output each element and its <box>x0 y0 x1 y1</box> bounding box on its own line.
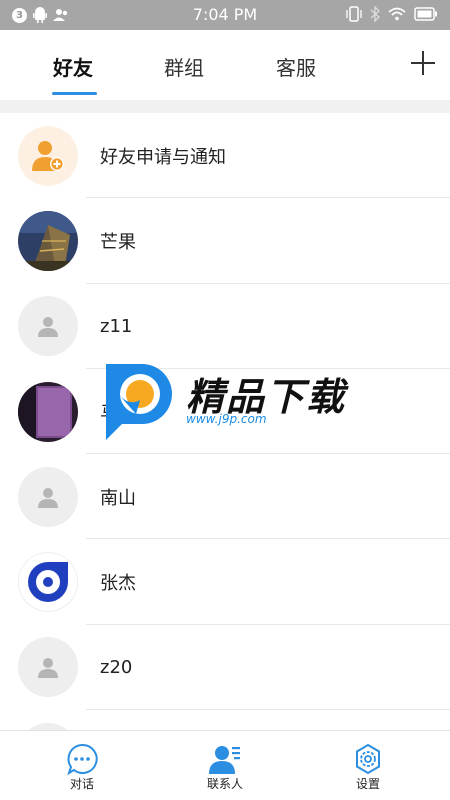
settings-icon <box>356 743 380 775</box>
bottom-nav: 对话 联系人 设置 <box>0 730 450 800</box>
nav-item-settings[interactable]: 设置 <box>293 731 443 800</box>
list-item-contact[interactable]: 张杰 <box>0 539 450 625</box>
watermark-logo <box>106 364 172 440</box>
default-user-icon <box>18 466 78 527</box>
list-item-contact[interactable]: 南山 <box>0 454 450 540</box>
watermark: 精品下载 www.j9p.com <box>98 356 358 446</box>
status-bar: 3 7:04 PM <box>0 0 450 30</box>
contact-name: 好友申请与通知 <box>100 146 226 168</box>
default-user-icon <box>18 296 78 357</box>
tab-customer-service[interactable]: 客服 <box>276 52 316 81</box>
nav-item-contacts[interactable]: 联系人 <box>150 731 300 800</box>
battery-icon <box>414 7 437 21</box>
contacts-icon <box>209 746 240 774</box>
avatar-photo <box>18 381 78 442</box>
contact-name: z20 <box>100 656 133 678</box>
nav-item-chat[interactable]: 对话 <box>7 731 157 800</box>
vibrate-icon <box>346 6 362 22</box>
list-item-friend-requests[interactable]: 好友申请与通知 <box>0 113 450 199</box>
nav-label: 联系人 <box>206 777 243 791</box>
avatar-photo <box>18 210 78 271</box>
tab-groups[interactable]: 群组 <box>164 52 204 81</box>
top-tab-bar: 好友 群组 客服 <box>0 30 450 100</box>
watermark-url: www.j9p.com <box>186 412 267 426</box>
chat-bubble-icon <box>67 743 98 775</box>
nav-label: 对话 <box>69 777 94 791</box>
tab-friends[interactable]: 好友 <box>53 52 93 81</box>
list-item-contact[interactable]: 芒果 <box>0 198 450 284</box>
nav-label: 设置 <box>355 777 380 791</box>
bluetooth-icon <box>370 6 380 22</box>
list-item-contact[interactable] <box>0 710 450 730</box>
contact-name: 张杰 <box>100 573 136 595</box>
divider <box>0 100 450 113</box>
default-user-icon <box>18 722 78 730</box>
wifi-icon <box>388 7 406 21</box>
default-user-icon <box>18 637 78 698</box>
active-tab-indicator <box>52 92 97 95</box>
chat-logo-icon <box>18 552 78 613</box>
contact-name: 南山 <box>100 487 136 509</box>
contact-name: 芒果 <box>100 231 136 253</box>
list-item-contact[interactable]: z20 <box>0 625 450 711</box>
add-icon[interactable] <box>410 50 436 76</box>
add-friend-icon <box>18 125 78 186</box>
contact-name: z11 <box>100 315 133 337</box>
